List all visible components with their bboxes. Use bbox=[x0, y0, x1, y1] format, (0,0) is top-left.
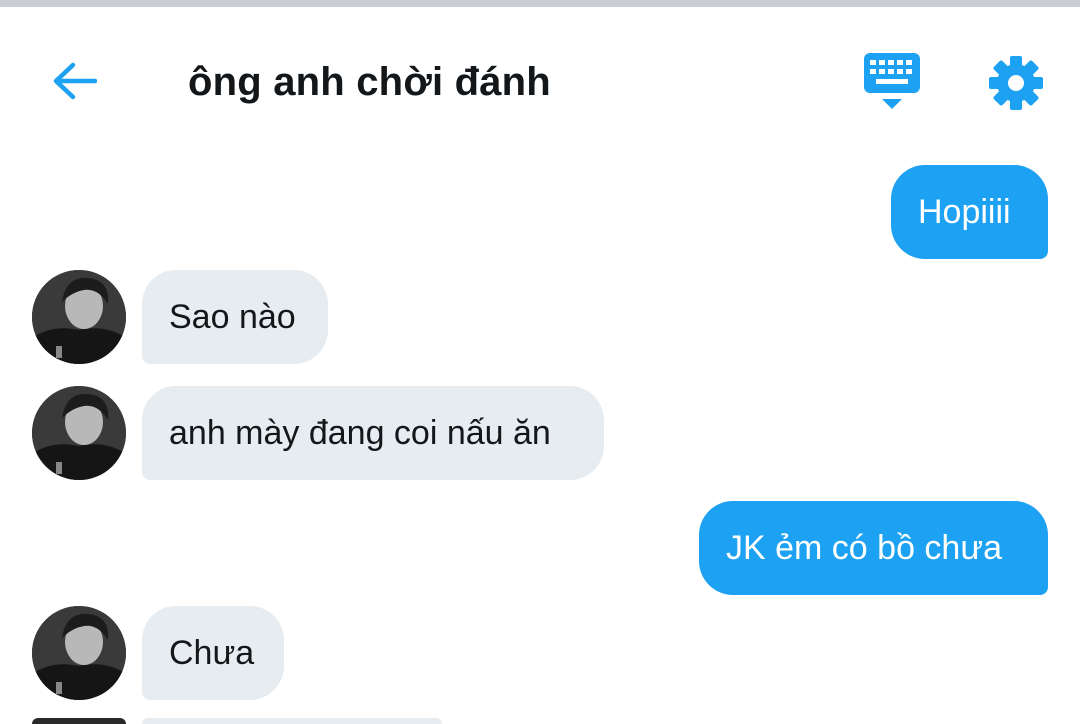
message-text: Hopiiii bbox=[918, 193, 1011, 231]
message-text: Chưa bbox=[169, 634, 255, 672]
avatar[interactable] bbox=[32, 270, 126, 364]
message-bubble-received[interactable]: Sao nào bbox=[142, 270, 328, 364]
message-bubble-received[interactable] bbox=[142, 718, 442, 724]
message-list: Hopiiii Sao nào anh mày đang coi nấu ăn … bbox=[0, 0, 1080, 724]
message-text: anh mày đang coi nấu ăn bbox=[169, 414, 551, 452]
message-bubble-sent[interactable]: Hopiiii bbox=[891, 165, 1048, 259]
message-text: JK ẻm có bồ chưa bbox=[726, 529, 1003, 567]
avatar[interactable] bbox=[32, 386, 126, 480]
message-bubble-received[interactable]: Chưa bbox=[142, 606, 284, 700]
avatar[interactable] bbox=[32, 606, 126, 700]
message-bubble-sent[interactable]: JK ẻm có bồ chưa bbox=[699, 501, 1048, 595]
message-bubble-received[interactable]: anh mày đang coi nấu ăn bbox=[142, 386, 604, 480]
avatar[interactable] bbox=[32, 718, 126, 724]
message-text: Sao nào bbox=[169, 298, 296, 336]
